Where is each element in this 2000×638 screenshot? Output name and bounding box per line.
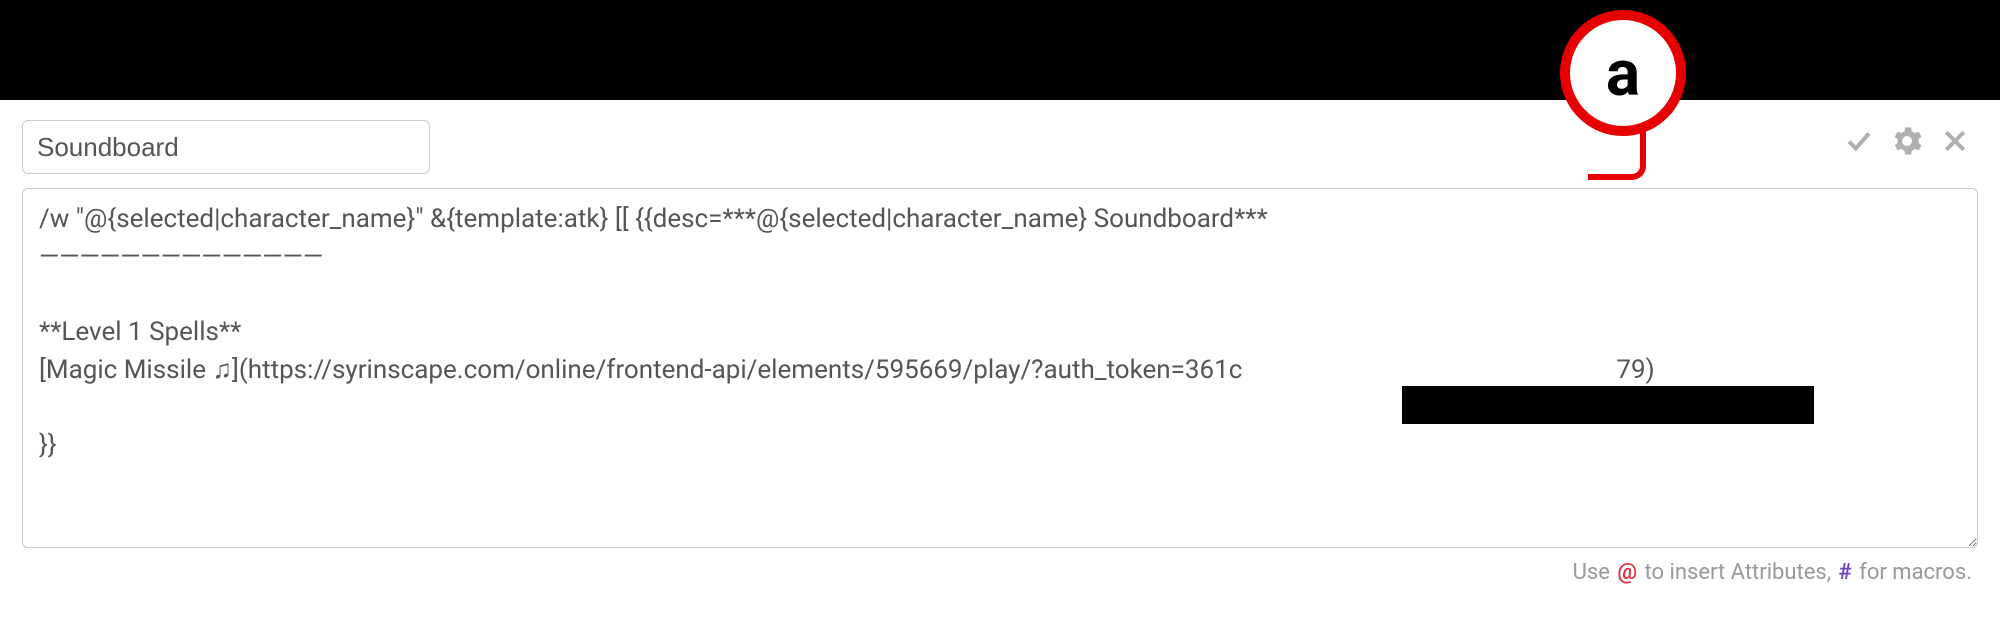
macro-textarea-wrapper [22,188,1978,552]
footer-prefix: Use [1573,560,1616,585]
macro-body-textarea[interactable] [22,188,1978,548]
check-icon [1844,126,1874,156]
settings-button[interactable] [1892,126,1922,156]
header-row [22,120,1978,174]
macro-editor-panel: a Use @ [0,100,2000,595]
macro-symbol: # [1837,560,1854,585]
attribute-symbol: @ [1615,560,1639,585]
x-icon [1940,126,1970,156]
confirm-button[interactable] [1844,126,1874,156]
gear-icon [1892,126,1922,156]
top-black-bar [0,0,2000,100]
close-button[interactable] [1940,126,1970,156]
footer-hint: Use @ to insert Attributes, # for macros… [22,560,1978,585]
footer-attr-text: to insert Attributes, [1645,560,1837,585]
macro-name-input[interactable] [22,120,430,174]
action-icons [1844,126,1970,156]
footer-macro-text: for macros. [1859,560,1972,585]
